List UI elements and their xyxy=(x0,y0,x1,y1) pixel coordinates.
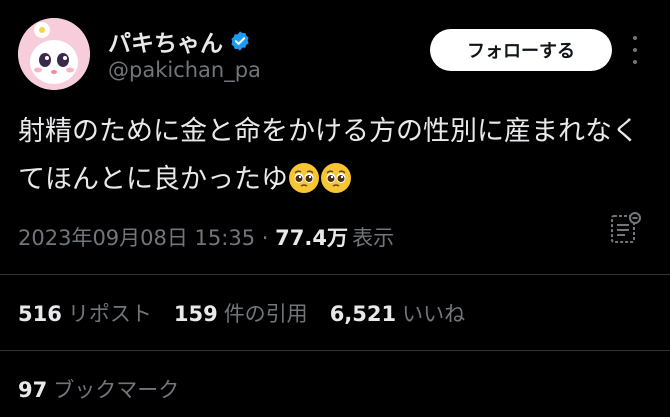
pleading-face-emoji-icon xyxy=(321,163,351,193)
more-options-icon[interactable] xyxy=(628,36,642,64)
meta-separator: · xyxy=(255,226,276,250)
divider xyxy=(0,274,670,275)
follow-button[interactable]: フォローする xyxy=(430,29,612,71)
tweet-meta: 2023年09月08日 15:35 · 77.4万 表示 xyxy=(18,222,394,252)
divider xyxy=(0,350,670,351)
pleading-face-emoji-icon xyxy=(289,163,319,193)
bookmarks-count: 97 xyxy=(18,378,48,402)
avatar[interactable] xyxy=(18,18,90,90)
user-handle[interactable]: @pakichan_pa xyxy=(108,58,261,82)
avatar-image xyxy=(18,18,90,90)
bookmarks-label: ブックマーク xyxy=(53,378,180,402)
display-name[interactable]: パキちゃん xyxy=(108,24,223,58)
engagement-stats: 516 リポスト 159 件の引用 6,521 いいね xyxy=(18,298,465,328)
reposts-stat[interactable]: 516 リポスト xyxy=(18,298,152,328)
views-count: 77.4万 xyxy=(275,226,348,250)
verified-badge-icon xyxy=(231,31,249,51)
analytics-icon[interactable] xyxy=(608,210,644,246)
timestamp[interactable]: 2023年09月08日 15:35 xyxy=(18,226,255,250)
quotes-stat[interactable]: 159 件の引用 xyxy=(174,298,308,328)
user-name-row[interactable]: パキちゃん xyxy=(108,24,251,58)
views-label: 表示 xyxy=(352,226,395,250)
tweet-text: 射精のために金と命をかける方の性別に産まれなくてほんとに良かったゆ xyxy=(18,108,658,204)
likes-stat[interactable]: 6,521 いいね xyxy=(330,298,465,328)
bookmarks-stat[interactable]: 97 ブックマーク xyxy=(18,374,179,404)
